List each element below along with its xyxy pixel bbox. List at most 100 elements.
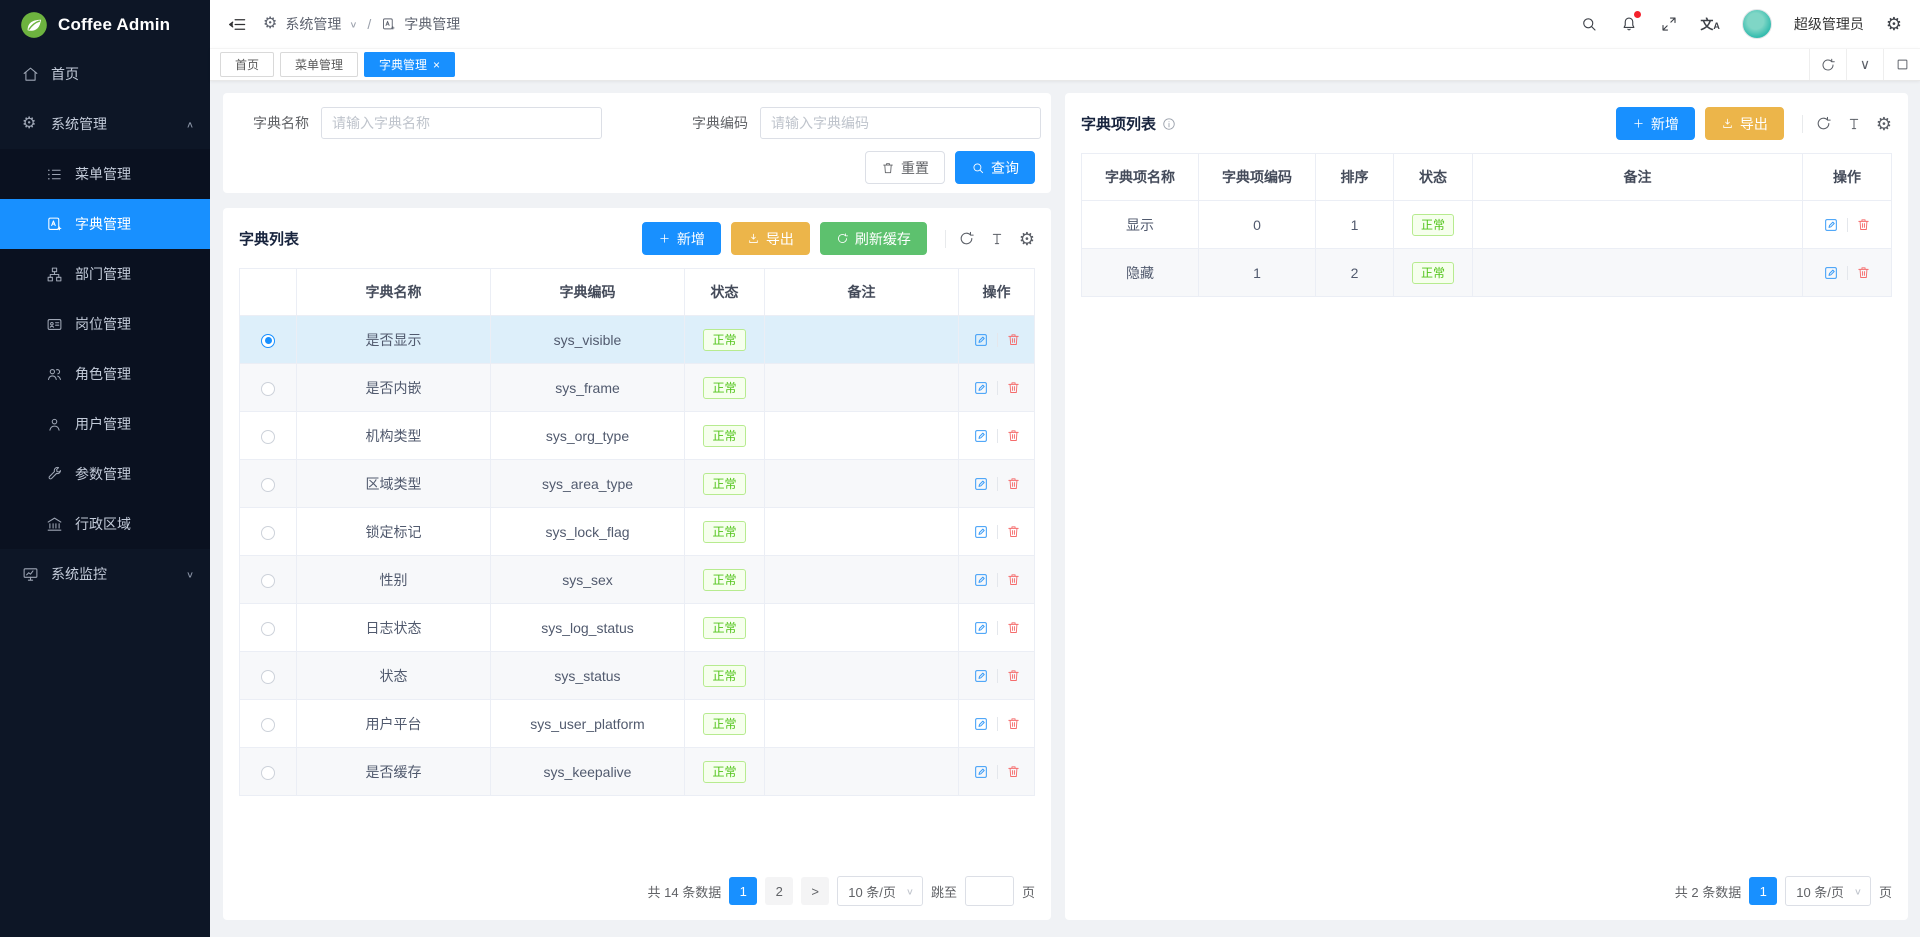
row-radio[interactable]	[261, 382, 275, 396]
delete-icon[interactable]	[1006, 668, 1021, 683]
table-row[interactable]: 用户平台 sys_user_platform 正常	[240, 700, 1035, 748]
sidebar-item-param-mgmt[interactable]: 参数管理	[0, 449, 210, 499]
table-settings-button[interactable]: ⚙	[1019, 230, 1035, 248]
edit-icon[interactable]	[973, 716, 989, 732]
page-button-1[interactable]: 1	[729, 877, 757, 905]
row-radio[interactable]	[261, 478, 275, 492]
reload-table-button[interactable]	[1815, 115, 1832, 132]
table-row[interactable]: 性别 sys_sex 正常	[240, 556, 1035, 604]
total-count: 共 2 条数据	[1675, 882, 1741, 901]
tab-home[interactable]: 首页	[220, 52, 274, 77]
sidebar-item-menu-mgmt[interactable]: 菜单管理	[0, 149, 210, 199]
table-row[interactable]: 日志状态 sys_log_status 正常	[240, 604, 1035, 652]
row-radio[interactable]	[261, 526, 275, 540]
table-row[interactable]: 机构类型 sys_org_type 正常	[240, 412, 1035, 460]
row-radio[interactable]	[261, 766, 275, 780]
sidebar-item-role-mgmt[interactable]: 角色管理	[0, 349, 210, 399]
delete-icon[interactable]	[1006, 572, 1021, 587]
row-radio[interactable]	[261, 574, 275, 588]
edit-icon[interactable]	[973, 668, 989, 684]
jump-unit: 页	[1879, 882, 1892, 901]
query-label: 查询	[991, 158, 1019, 178]
tab-options-button[interactable]: ∨	[1846, 49, 1883, 80]
content-fullscreen-button[interactable]	[1883, 49, 1920, 80]
edit-icon[interactable]	[973, 524, 989, 540]
delete-icon[interactable]	[1006, 620, 1021, 635]
edit-icon[interactable]	[973, 380, 989, 396]
edit-icon[interactable]	[973, 764, 989, 780]
add-dict-button[interactable]: 新增	[642, 222, 721, 255]
sidebar-item-post-mgmt[interactable]: 岗位管理	[0, 299, 210, 349]
wrench-icon	[46, 466, 63, 483]
edit-icon[interactable]	[973, 332, 989, 348]
avatar[interactable]	[1742, 9, 1772, 39]
table-settings-button[interactable]: ⚙	[1876, 115, 1892, 133]
edit-icon[interactable]	[1823, 265, 1839, 281]
table-density-button[interactable]	[989, 231, 1005, 247]
notifications-button[interactable]	[1620, 15, 1638, 33]
sidebar-group-monitor[interactable]: 系统监控 ∨	[0, 549, 210, 599]
app-logo[interactable]: Coffee Admin	[0, 0, 210, 49]
edit-icon[interactable]	[973, 620, 989, 636]
row-radio[interactable]	[261, 622, 275, 636]
delete-icon[interactable]	[1006, 380, 1021, 395]
delete-icon[interactable]	[1856, 217, 1871, 232]
delete-icon[interactable]	[1856, 265, 1871, 280]
table-density-button[interactable]	[1846, 116, 1862, 132]
edit-icon[interactable]	[1823, 217, 1839, 233]
page-size-select[interactable]: 10 条/页 ∨	[837, 876, 923, 906]
page-size-select[interactable]: 10 条/页 ∨	[1785, 876, 1871, 906]
delete-icon[interactable]	[1006, 716, 1021, 731]
dict-code-input[interactable]	[760, 107, 1041, 139]
reload-table-button[interactable]	[958, 230, 975, 247]
sidebar-item-user-mgmt[interactable]: 用户管理	[0, 399, 210, 449]
sidebar-group-system[interactable]: ⚙ 系统管理 ∧	[0, 99, 210, 149]
table-row[interactable]: 是否内嵌 sys_frame 正常	[240, 364, 1035, 412]
row-radio[interactable]	[261, 670, 275, 684]
tab-menu-mgmt[interactable]: 菜单管理	[280, 52, 358, 77]
delete-icon[interactable]	[1006, 332, 1021, 347]
refresh-tab-button[interactable]	[1809, 49, 1846, 80]
row-radio[interactable]	[261, 334, 275, 348]
delete-icon[interactable]	[1006, 476, 1021, 491]
sidebar-item-dept-mgmt[interactable]: 部门管理	[0, 249, 210, 299]
table-row[interactable]: 是否显示 sys_visible 正常	[240, 316, 1035, 364]
delete-icon[interactable]	[1006, 524, 1021, 539]
sidebar-item-home[interactable]: 首页	[0, 49, 210, 99]
row-radio[interactable]	[261, 718, 275, 732]
edit-icon[interactable]	[973, 476, 989, 492]
table-row[interactable]: 隐藏 1 2 正常	[1082, 249, 1892, 297]
page-button-1[interactable]: 1	[1749, 877, 1777, 905]
dict-name-input[interactable]	[321, 107, 602, 139]
export-dict-button[interactable]: 导出	[731, 222, 810, 255]
refresh-cache-button[interactable]: 刷新缓存	[820, 222, 927, 255]
settings-button[interactable]: ⚙	[1886, 15, 1902, 33]
username[interactable]: 超级管理员	[1794, 14, 1864, 34]
edit-icon[interactable]	[973, 572, 989, 588]
table-row[interactable]: 锁定标记 sys_lock_flag 正常	[240, 508, 1035, 556]
reset-button[interactable]: 重置	[865, 151, 945, 184]
table-row[interactable]: 显示 0 1 正常	[1082, 201, 1892, 249]
table-row[interactable]: 状态 sys_status 正常	[240, 652, 1035, 700]
table-row[interactable]: 区域类型 sys_area_type 正常	[240, 460, 1035, 508]
delete-icon[interactable]	[1006, 428, 1021, 443]
query-button[interactable]: 查询	[955, 151, 1035, 184]
fullscreen-button[interactable]	[1660, 15, 1678, 33]
jump-page-input[interactable]	[965, 876, 1014, 906]
table-row[interactable]: 是否缓存 sys_keepalive 正常	[240, 748, 1035, 796]
export-item-button[interactable]: 导出	[1705, 107, 1784, 140]
row-radio[interactable]	[261, 430, 275, 444]
delete-icon[interactable]	[1006, 764, 1021, 779]
breadcrumb-root[interactable]: 系统管理	[285, 14, 341, 34]
sidebar-item-region[interactable]: 行政区域	[0, 499, 210, 549]
sidebar-collapse-button[interactable]	[228, 15, 247, 34]
add-item-button[interactable]: 新增	[1616, 107, 1695, 140]
language-button[interactable]: 文A	[1700, 18, 1720, 31]
tab-dict-mgmt[interactable]: 字典管理 ×	[364, 52, 455, 77]
edit-icon[interactable]	[973, 428, 989, 444]
next-page-button[interactable]: >	[801, 877, 829, 905]
sidebar-item-dict-mgmt[interactable]: 字典管理	[0, 199, 210, 249]
search-button[interactable]	[1580, 15, 1598, 33]
close-icon[interactable]: ×	[433, 59, 440, 71]
page-button-2[interactable]: 2	[765, 877, 793, 905]
